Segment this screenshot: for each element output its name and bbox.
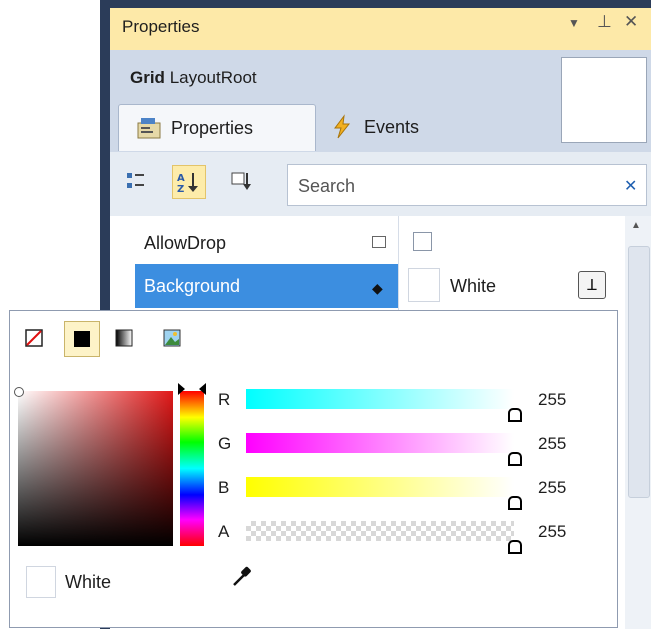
alpha-slider[interactable] [246,521,514,541]
red-value[interactable]: 255 [538,390,566,410]
solid-brush-button[interactable] [64,321,100,357]
categorize-button[interactable] [120,165,152,197]
scroll-up-icon[interactable]: ▲ [631,220,641,231]
green-value[interactable]: 255 [538,434,566,454]
gradient-brush-button[interactable] [107,321,141,355]
filter-button[interactable] [226,165,258,197]
gradient-brush-icon [115,329,133,347]
color-selector-handle[interactable] [14,387,24,397]
background-swatch[interactable] [408,268,440,302]
property-name-background[interactable]: Background [144,276,240,297]
image-brush-icon [163,329,181,347]
no-brush-button[interactable] [17,321,51,355]
lightning-icon [334,114,351,139]
filter-icon [231,172,251,190]
hue-marker-right[interactable] [199,383,206,395]
green-slider[interactable] [246,433,514,453]
properties-icon [137,118,161,139]
allowdrop-checkbox[interactable] [413,232,432,251]
alpha-slider-thumb[interactable] [508,540,522,554]
pin-icon: ꓕ [587,277,597,294]
channel-label-a: A [218,522,230,541]
advanced-options-icon[interactable] [372,236,386,248]
dropdown-arrow-icon[interactable]: ▼ [568,16,580,30]
svg-text:Z: Z [177,184,184,194]
categorize-icon [127,173,144,188]
sort-alphabetical-button[interactable]: A Z [172,165,206,199]
hue-marker-left[interactable] [178,383,185,395]
pin-editor-button[interactable]: ꓕ [578,271,606,299]
tab-properties-label: Properties [171,117,254,138]
current-color-swatch [26,566,56,598]
blue-slider-thumb[interactable] [508,496,522,510]
object-name: Grid LayoutRoot [130,68,257,88]
search-placeholder: Search [298,176,356,196]
red-slider[interactable] [246,389,514,409]
property-name-allowdrop[interactable]: AllowDrop [144,233,226,254]
object-preview [561,57,647,143]
background-value[interactable]: White [450,276,496,297]
channel-label-g: G [218,434,232,453]
red-slider-thumb[interactable] [508,408,522,422]
object-type: Grid [130,68,165,87]
tab-properties[interactable]: Properties [118,104,316,151]
green-slider-thumb[interactable] [508,452,522,466]
window-title: Properties [122,17,200,36]
pin-icon[interactable]: ⊥ [597,12,612,32]
sort-alphabetical-icon: A Z [177,173,198,194]
current-color-name[interactable]: White [65,572,111,593]
column-divider [398,216,399,311]
advanced-options-diamond-icon[interactable]: ◆ [372,280,383,297]
blue-slider[interactable] [246,477,514,497]
tab-events-label: Events [364,116,420,137]
channel-label-r: R [218,390,231,409]
hue-slider[interactable] [180,391,204,546]
blue-value[interactable]: 255 [538,478,566,498]
close-icon[interactable]: ✕ [624,12,638,32]
scrollbar-thumb[interactable] [628,246,650,498]
channel-label-b: B [218,478,230,497]
object-name-value[interactable]: LayoutRoot [170,68,257,87]
no-brush-icon [25,329,43,347]
svg-text:A: A [177,173,185,184]
tab-events[interactable]: Events [330,104,510,150]
image-brush-button[interactable] [155,321,189,355]
saturation-value-picker[interactable] [18,391,173,546]
solid-brush-icon [74,331,90,347]
clear-search-icon[interactable]: ✕ [624,176,637,196]
eyedropper-icon[interactable] [231,564,253,588]
alpha-value[interactable]: 255 [538,522,566,542]
